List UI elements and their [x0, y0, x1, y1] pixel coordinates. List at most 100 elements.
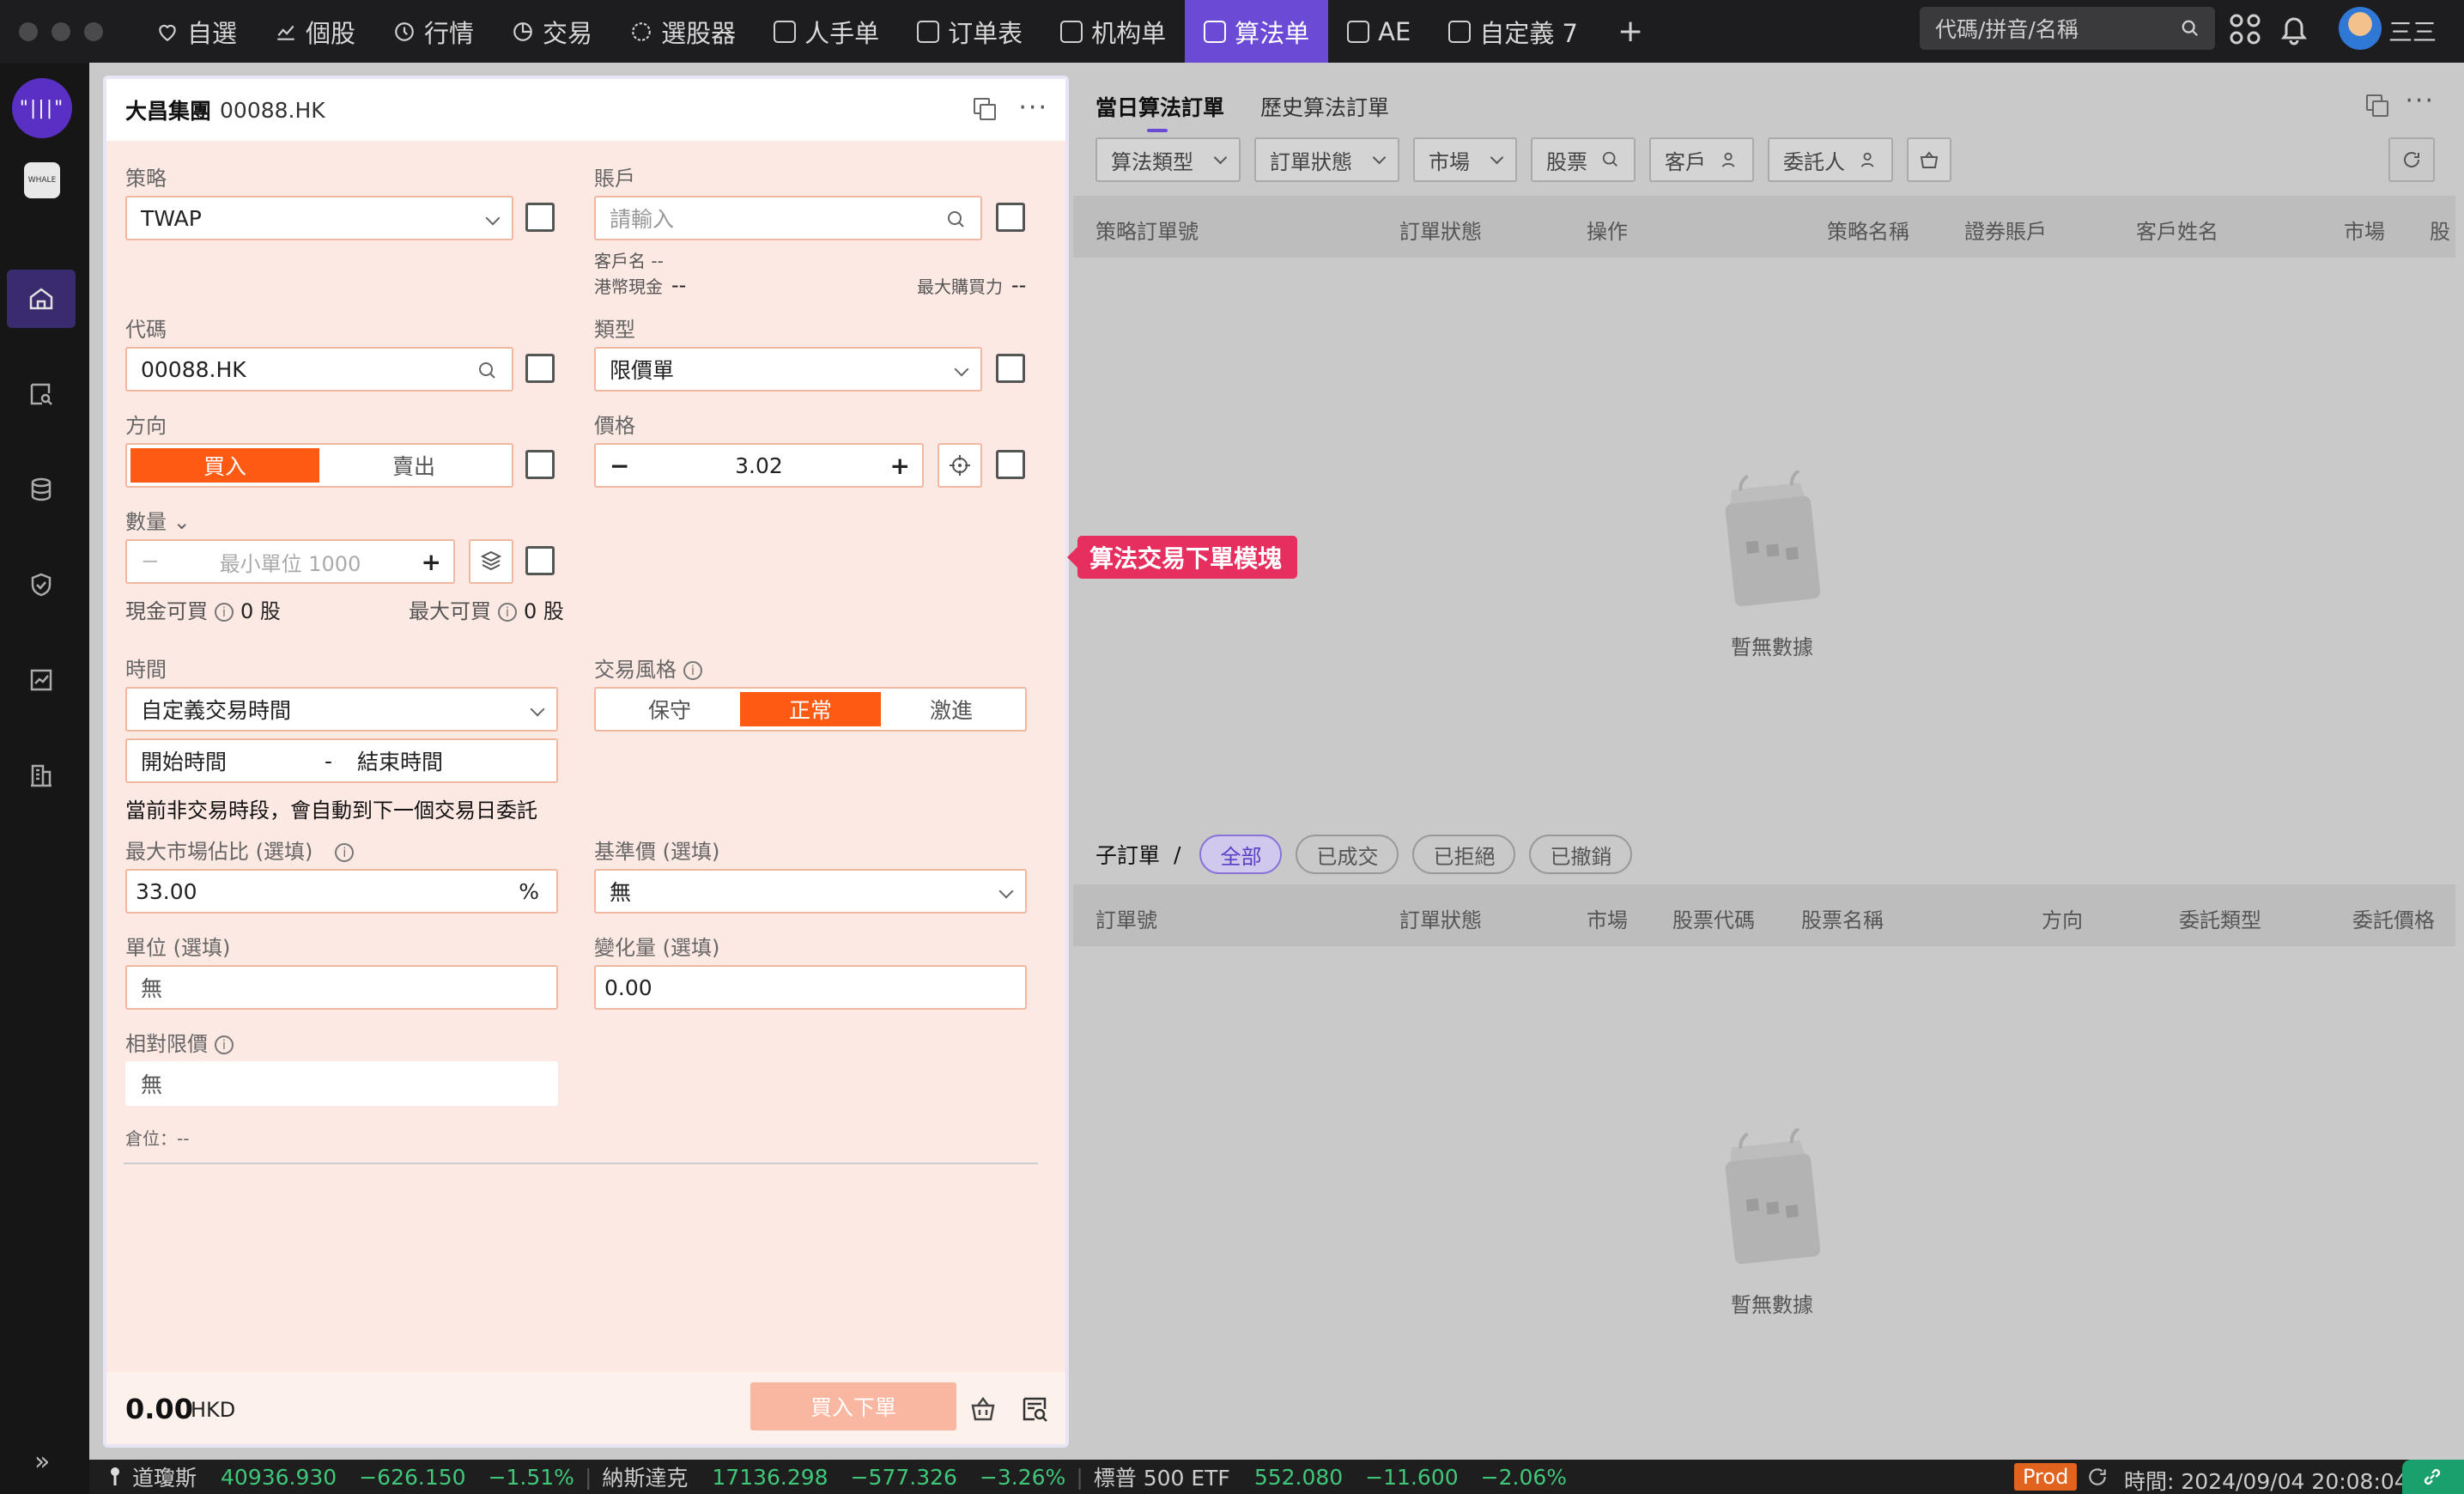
buy-button[interactable]: 買入	[130, 448, 319, 483]
tab-screener[interactable]: 選股器	[611, 0, 755, 63]
sidebar-item-building[interactable]	[7, 746, 76, 805]
submit-buy-button[interactable]: 買入下單	[750, 1382, 956, 1430]
price-lock-checkbox[interactable]	[996, 450, 1025, 479]
col-strategy-order-no[interactable]: 策略訂單號	[1095, 215, 1199, 245]
style-aggressive-button[interactable]: 激進	[881, 692, 1022, 726]
index-change: −11.600	[1365, 1464, 1459, 1490]
add-tab-button[interactable]: +	[1597, 14, 1664, 49]
index-name[interactable]: 標普 500 ETF	[1094, 1461, 1230, 1492]
sub-filter-rejected[interactable]: 已拒絕	[1412, 835, 1516, 874]
duplicate-window-icon[interactable]	[2366, 94, 2388, 117]
tab-trade[interactable]: 交易	[493, 0, 611, 63]
tab-manual-order[interactable]: 人手单	[755, 0, 898, 63]
apps-grid-icon[interactable]	[2228, 12, 2262, 46]
time-select[interactable]: 自定義交易時間	[125, 687, 558, 732]
start-time-input[interactable]: 開始時間	[141, 745, 227, 776]
qty-input[interactable]: 最小單位 1000	[127, 547, 453, 577]
info-icon[interactable]: i	[215, 1035, 234, 1054]
hkd-cash-label: 港幣現金	[594, 276, 663, 297]
connection-status-button[interactable]	[2402, 1460, 2464, 1494]
index-name[interactable]: 道瓊斯	[132, 1461, 197, 1492]
sidebar-item-search-doc[interactable]	[7, 365, 76, 423]
unit-input[interactable]: 無	[125, 965, 558, 1010]
app-icon[interactable]: WHALE	[24, 162, 60, 198]
sub-filter-filled[interactable]: 已成交	[1296, 835, 1399, 874]
qty-lock-checkbox[interactable]	[525, 546, 555, 575]
rel-limit-input[interactable]: 無	[125, 1061, 558, 1106]
tab-stock[interactable]: 個股	[256, 0, 374, 63]
info-icon[interactable]: i	[215, 603, 234, 622]
sidebar-item-home[interactable]	[7, 270, 76, 328]
duplicate-window-icon[interactable]	[974, 98, 997, 120]
window-close-button[interactable]	[19, 21, 38, 41]
direction-lock-checkbox[interactable]	[525, 450, 555, 479]
code-input[interactable]: 00088.HK	[125, 347, 513, 392]
chevron-down-icon	[1490, 150, 1504, 164]
price-value[interactable]: 3.02	[596, 453, 922, 478]
max-market-input[interactable]: 33.00 %	[125, 869, 558, 914]
col-order-price: 委託價格	[2352, 908, 2435, 932]
end-time-input[interactable]: 結束時間	[357, 745, 443, 776]
benchmark-select[interactable]: 無	[594, 869, 1027, 914]
col-order-status[interactable]: 訂單狀態	[1399, 215, 1482, 245]
refresh-button[interactable]	[2388, 137, 2435, 182]
qty-increment-button[interactable]: +	[422, 548, 441, 576]
tab-history-algo-orders[interactable]: 歷史算法訂單	[1260, 91, 1389, 122]
filter-stock[interactable]: 股票	[1531, 137, 1636, 182]
bell-icon[interactable]	[2277, 12, 2311, 46]
strategy-lock-checkbox[interactable]	[525, 203, 555, 232]
col-strategy-name[interactable]: 策略名稱	[1827, 215, 1909, 245]
style-conservative-button[interactable]: 保守	[599, 692, 740, 726]
clear-filters-button[interactable]	[1907, 137, 1951, 182]
sidebar-item-security[interactable]	[7, 556, 76, 614]
sidebar-item-database[interactable]	[7, 460, 76, 519]
expand-sidebar-icon[interactable]: »	[34, 1447, 50, 1477]
account-input[interactable]: 請輸入	[594, 196, 982, 240]
user-menu[interactable]: 三三	[2388, 14, 2437, 48]
filter-algo-type[interactable]: 算法類型	[1095, 137, 1241, 182]
locate-price-button[interactable]	[938, 443, 982, 488]
strategy-select[interactable]: TWAP	[125, 196, 513, 240]
more-options-icon[interactable]: ···	[1018, 95, 1048, 121]
tab-algo-order[interactable]: 算法单	[1185, 0, 1329, 63]
global-search-input[interactable]: 代碼/拼音/名稱	[1920, 7, 2215, 50]
tab-watchlist[interactable]: 自選	[137, 0, 256, 63]
sub-filter-cancelled[interactable]: 已撤銷	[1529, 835, 1633, 874]
col-market[interactable]: 市場	[2344, 215, 2385, 245]
tab-institution-order[interactable]: 机构单	[1041, 0, 1185, 63]
tab-ae[interactable]: AE	[1328, 0, 1429, 63]
sub-filter-all[interactable]: 全部	[1199, 835, 1283, 874]
tab-custom-7[interactable]: 自定義 7	[1429, 0, 1597, 63]
change-input[interactable]: 0.00	[594, 965, 1027, 1010]
price-increment-button[interactable]: +	[890, 452, 910, 480]
filter-client[interactable]: 客戶	[1649, 137, 1754, 182]
sell-button[interactable]: 賣出	[319, 448, 508, 483]
account-lock-checkbox[interactable]	[996, 203, 1025, 232]
filter-market[interactable]: 市場	[1413, 137, 1517, 182]
refresh-icon[interactable]	[2086, 1466, 2109, 1488]
info-icon[interactable]: i	[683, 661, 702, 680]
info-icon[interactable]: i	[498, 603, 517, 622]
type-lock-checkbox[interactable]	[996, 354, 1025, 383]
filter-order-status[interactable]: 訂單狀態	[1254, 137, 1399, 182]
lot-layers-button[interactable]	[469, 539, 513, 584]
style-normal-button[interactable]: 正常	[740, 692, 881, 726]
sidebar-item-report[interactable]	[7, 651, 76, 709]
avatar[interactable]	[2339, 7, 2382, 50]
code-lock-checkbox[interactable]	[525, 354, 555, 383]
order-search-icon[interactable]	[1020, 1394, 1049, 1424]
index-name[interactable]: 納斯達克	[602, 1461, 688, 1492]
more-options-icon[interactable]: ···	[2405, 88, 2435, 114]
window-zoom-button[interactable]	[84, 21, 103, 41]
info-icon[interactable]: i	[335, 843, 355, 862]
window-minimize-button[interactable]	[52, 21, 70, 41]
tab-today-algo-orders[interactable]: 當日算法訂單	[1095, 91, 1224, 132]
order-type-select[interactable]: 限價單	[594, 347, 982, 392]
col-securities-account[interactable]: 證券賬戶	[1964, 215, 2047, 245]
tab-quote[interactable]: 行情	[374, 0, 493, 63]
basket-icon[interactable]	[968, 1394, 998, 1424]
qty-label[interactable]: 數量 ⌄	[125, 505, 191, 535]
tab-order-table[interactable]: 订单表	[898, 0, 1041, 63]
filter-principal[interactable]: 委託人	[1768, 137, 1893, 182]
tab-label: 行情	[424, 18, 475, 48]
